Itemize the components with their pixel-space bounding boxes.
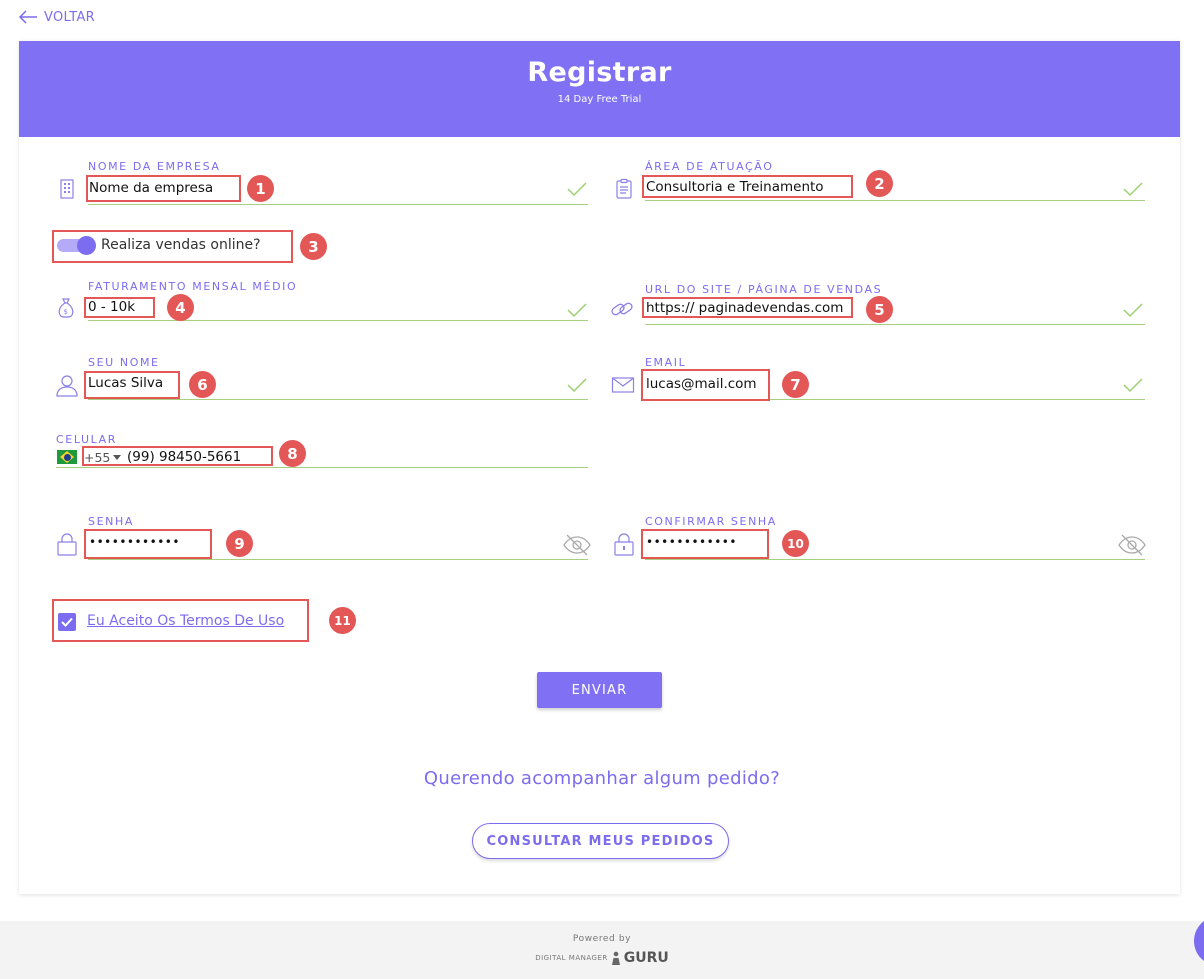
- site-url-underline: [645, 324, 1145, 325]
- page-subtitle: 14 Day Free Trial: [557, 94, 642, 105]
- annotation-box-10: [641, 529, 769, 559]
- register-header: Registrar 14 Day Free Trial: [19, 41, 1180, 137]
- eye-off-icon[interactable]: [562, 533, 592, 557]
- annotation-number-8: 8: [279, 440, 306, 467]
- annotation-box-4: [84, 297, 155, 318]
- link-icon: [611, 302, 633, 316]
- page-title: Registrar: [527, 57, 672, 88]
- company-name-underline: [88, 204, 588, 205]
- annotation-box-2: [642, 175, 853, 198]
- check-icon: [567, 303, 587, 318]
- annotation-number-4: 4: [167, 294, 194, 321]
- name-label: SEU NOME: [88, 356, 160, 369]
- annotation-number-1: 1: [247, 175, 274, 202]
- back-link[interactable]: VOLTAR: [18, 9, 95, 25]
- password-underline: [88, 559, 588, 560]
- annotation-box-11: [52, 599, 309, 642]
- annotation-box-7: [641, 369, 770, 401]
- revenue-label: FATURAMENTO MENSAL MÉDIO: [88, 280, 298, 293]
- brazil-flag-icon: [57, 450, 77, 464]
- annotation-number-5: 5: [866, 296, 893, 323]
- phone-underline: [56, 467, 588, 468]
- check-icon: [567, 378, 587, 393]
- password-label: SENHA: [88, 515, 134, 528]
- user-icon: [56, 375, 78, 397]
- money-bag-icon: $: [58, 298, 74, 318]
- annotation-box-5: [642, 297, 853, 318]
- brand-small: DIGITAL MANAGER: [535, 954, 608, 962]
- phone-label: CELULAR: [56, 433, 118, 446]
- brand-big: GURU: [623, 950, 669, 966]
- annotation-number-9: 9: [226, 530, 253, 557]
- annotation-number-7: 7: [782, 371, 809, 398]
- check-icon: [1123, 303, 1143, 318]
- svg-text:$: $: [64, 308, 68, 316]
- annotation-number-10: 10: [782, 530, 809, 557]
- guru-figure-icon: [611, 951, 620, 965]
- check-icon: [1123, 378, 1143, 393]
- clipboard-icon: [616, 178, 632, 199]
- envelope-icon: [611, 377, 635, 393]
- annotation-box-8: [82, 446, 273, 466]
- confirm-password-underline: [645, 559, 1145, 560]
- submit-button[interactable]: ENVIAR: [537, 672, 662, 708]
- annotation-box-1: [86, 175, 241, 202]
- revenue-underline: [88, 320, 588, 321]
- annotation-box-3: [52, 230, 293, 263]
- lock-icon: [57, 533, 77, 556]
- annotation-number-2: 2: [866, 170, 893, 197]
- consult-orders-button[interactable]: CONSULTAR MEUS PEDIDOS: [472, 823, 729, 859]
- arrow-left-icon: [18, 10, 37, 24]
- annotation-box-9: [84, 529, 212, 559]
- area-underline: [645, 200, 1145, 201]
- confirm-password-label: CONFIRMAR SENHA: [645, 515, 777, 528]
- back-label: VOLTAR: [44, 9, 96, 25]
- building-icon: [60, 179, 74, 199]
- annotation-box-6: [84, 371, 180, 399]
- annotation-number-11: 11: [329, 607, 356, 634]
- annotation-number-3: 3: [300, 233, 327, 260]
- check-icon: [567, 182, 587, 197]
- eye-off-icon[interactable]: [1117, 533, 1147, 557]
- site-url-label: URL DO SITE / PÁGINA DE VENDAS: [645, 283, 883, 296]
- company-name-label: NOME DA EMPRESA: [88, 160, 221, 173]
- footer: Powered by DIGITAL MANAGER GURU: [0, 921, 1204, 979]
- annotation-number-6: 6: [189, 371, 216, 398]
- email-label: EMAIL: [645, 356, 687, 369]
- lock-icon: [614, 533, 634, 556]
- brand-logo: DIGITAL MANAGER GURU: [535, 950, 669, 966]
- powered-by: Powered by: [572, 934, 632, 944]
- check-icon: [1123, 182, 1143, 197]
- area-label: ÁREA DE ATUAÇÃO: [645, 160, 774, 173]
- track-order-question: Querendo acompanhar algum pedido?: [423, 768, 781, 789]
- name-underline: [88, 399, 588, 400]
